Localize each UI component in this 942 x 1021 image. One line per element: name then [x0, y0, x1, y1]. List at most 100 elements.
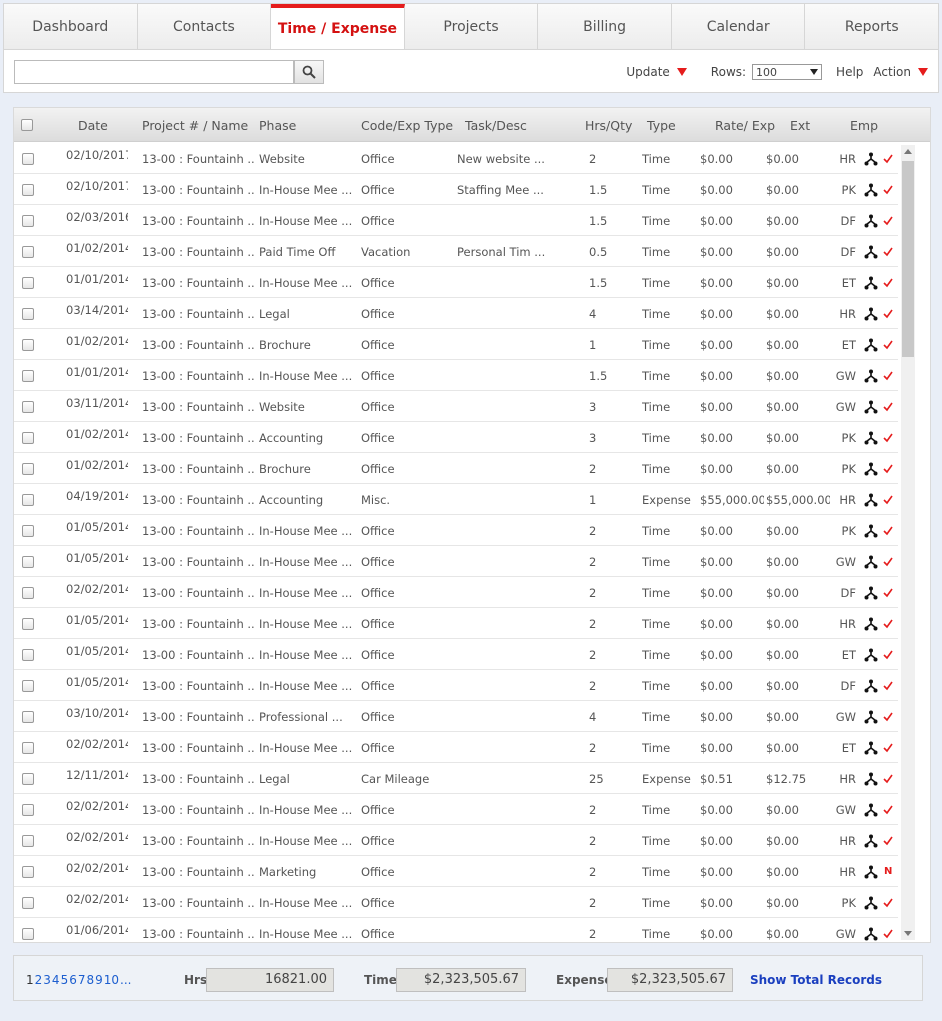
tab-reports[interactable]: Reports — [805, 4, 939, 50]
workflow-icon[interactable] — [864, 214, 878, 228]
column-header-rate[interactable]: Rate/ Exp — [715, 118, 775, 133]
page-link[interactable]: 10 — [104, 973, 119, 987]
workflow-icon[interactable] — [864, 927, 878, 941]
row-checkbox[interactable] — [22, 680, 34, 692]
vertical-scrollbar[interactable] — [901, 145, 915, 940]
table-row[interactable]: 02/03/2016 13-00 : Fountainh ... In-House … — [14, 205, 898, 236]
workflow-icon[interactable] — [864, 741, 878, 755]
scroll-thumb[interactable] — [902, 161, 914, 357]
workflow-icon[interactable] — [864, 865, 878, 879]
workflow-icon[interactable] — [864, 462, 878, 476]
column-header-project[interactable]: Project # / Name — [142, 118, 248, 133]
search-button[interactable] — [294, 60, 324, 84]
row-checkbox[interactable] — [22, 246, 34, 258]
table-row[interactable]: 01/06/2014 13-00 : Fountainh ... In-House … — [14, 918, 898, 943]
workflow-icon[interactable] — [864, 307, 878, 321]
page-link[interactable]: 3 — [43, 973, 51, 987]
column-header-date[interactable]: Date — [78, 118, 108, 133]
table-row[interactable]: 01/05/2014 13-00 : Fountainh ... In-House … — [14, 670, 898, 701]
row-checkbox[interactable] — [22, 432, 34, 444]
page-link[interactable]: 1 — [26, 973, 34, 987]
table-row[interactable]: 03/11/2014 13-00 : Fountainh ... Website Of… — [14, 391, 898, 422]
table-row[interactable]: 01/02/2014 13-00 : Fountainh ... Accountin… — [14, 422, 898, 453]
row-checkbox[interactable] — [22, 153, 34, 165]
row-checkbox[interactable] — [22, 804, 34, 816]
show-total-records-link[interactable]: Show Total Records — [750, 973, 882, 987]
workflow-icon[interactable] — [864, 710, 878, 724]
page-link[interactable]: 5 — [61, 973, 69, 987]
tab-calendar[interactable]: Calendar — [671, 4, 806, 50]
tab-billing[interactable]: Billing — [538, 4, 672, 50]
table-row[interactable]: 01/01/2014 13-00 : Fountainh ... In-House … — [14, 267, 898, 298]
table-row[interactable]: 02/02/2014 13-00 : Fountainh ... In-House … — [14, 887, 898, 918]
row-checkbox[interactable] — [22, 525, 34, 537]
table-row[interactable]: 01/02/2014 13-00 : Fountainh ... Brochure O… — [14, 329, 898, 360]
workflow-icon[interactable] — [864, 803, 878, 817]
table-row[interactable]: 02/02/2014 13-00 : Fountainh ... In-House … — [14, 577, 898, 608]
workflow-icon[interactable] — [864, 431, 878, 445]
tab-projects[interactable]: Projects — [404, 4, 539, 50]
column-header-task[interactable]: Task/Desc — [465, 118, 527, 133]
workflow-icon[interactable] — [864, 338, 878, 352]
workflow-icon[interactable] — [864, 772, 878, 786]
table-row[interactable]: 02/02/2014 13-00 : Fountainh ... In-House … — [14, 732, 898, 763]
workflow-icon[interactable] — [864, 152, 878, 166]
page-link[interactable]: 8 — [86, 973, 94, 987]
row-checkbox[interactable] — [22, 618, 34, 630]
table-row[interactable]: 02/02/2014 13-00 : Fountainh ... Marketing… — [14, 856, 898, 887]
workflow-icon[interactable] — [864, 400, 878, 414]
update-button[interactable]: Update — [626, 65, 687, 79]
table-row[interactable]: 01/02/2014 13-00 : Fountainh ... Brochure O… — [14, 453, 898, 484]
row-checkbox[interactable] — [22, 711, 34, 723]
row-checkbox[interactable] — [22, 773, 34, 785]
table-row[interactable]: 03/10/2014 13-00 : Fountainh ... Professio… — [14, 701, 898, 732]
workflow-icon[interactable] — [864, 493, 878, 507]
page-link[interactable]: 9 — [95, 973, 103, 987]
workflow-icon[interactable] — [864, 524, 878, 538]
workflow-icon[interactable] — [864, 834, 878, 848]
row-checkbox[interactable] — [22, 494, 34, 506]
help-link[interactable]: Help — [836, 65, 863, 79]
row-checkbox[interactable] — [22, 649, 34, 661]
row-checkbox[interactable] — [22, 742, 34, 754]
row-checkbox[interactable] — [22, 587, 34, 599]
page-link[interactable]: 4 — [52, 973, 60, 987]
table-row[interactable]: 02/02/2014 13-00 : Fountainh ... In-House … — [14, 794, 898, 825]
column-header-emp[interactable]: Emp — [850, 118, 878, 133]
workflow-icon[interactable] — [864, 276, 878, 290]
rows-select[interactable]: 100 — [752, 64, 823, 80]
row-checkbox[interactable] — [22, 277, 34, 289]
table-row[interactable]: 04/19/2014 13-00 : Fountainh ... Accountin… — [14, 484, 898, 515]
column-header-phase[interactable]: Phase — [259, 118, 296, 133]
page-link[interactable]: 6 — [69, 973, 77, 987]
row-checkbox[interactable] — [22, 401, 34, 413]
tab-contacts[interactable]: Contacts — [137, 4, 272, 50]
workflow-icon[interactable] — [864, 183, 878, 197]
workflow-icon[interactable] — [864, 896, 878, 910]
table-row[interactable]: 01/05/2014 13-00 : Fountainh ... In-House … — [14, 546, 898, 577]
table-row[interactable]: 01/05/2014 13-00 : Fountainh ... In-House … — [14, 515, 898, 546]
workflow-icon[interactable] — [864, 555, 878, 569]
row-checkbox[interactable] — [22, 184, 34, 196]
row-checkbox[interactable] — [22, 215, 34, 227]
row-checkbox[interactable] — [22, 339, 34, 351]
table-row[interactable]: 12/11/2014 13-00 : Fountainh ... Legal Car … — [14, 763, 898, 794]
workflow-icon[interactable] — [864, 617, 878, 631]
table-row[interactable]: 02/10/2017 13-00 : Fountainh ... In-House … — [14, 174, 898, 205]
table-row[interactable]: 03/14/2014 13-00 : Fountainh ... Legal Offi… — [14, 298, 898, 329]
row-checkbox[interactable] — [22, 897, 34, 909]
workflow-icon[interactable] — [864, 586, 878, 600]
table-row[interactable]: 01/05/2014 13-00 : Fountainh ... In-House … — [14, 608, 898, 639]
search-input[interactable] — [14, 60, 294, 84]
column-header-ext[interactable]: Ext — [790, 118, 810, 133]
page-link[interactable]: ... — [120, 973, 131, 987]
scroll-down-icon[interactable] — [904, 931, 912, 936]
column-header-type[interactable]: Type — [647, 118, 676, 133]
row-checkbox[interactable] — [22, 866, 34, 878]
workflow-icon[interactable] — [864, 679, 878, 693]
table-row[interactable]: 01/01/2014 13-00 : Fountainh ... In-House … — [14, 360, 898, 391]
page-link[interactable]: 7 — [78, 973, 86, 987]
row-checkbox[interactable] — [22, 370, 34, 382]
row-checkbox[interactable] — [22, 463, 34, 475]
column-header-code[interactable]: Code/Exp Type — [361, 118, 453, 133]
